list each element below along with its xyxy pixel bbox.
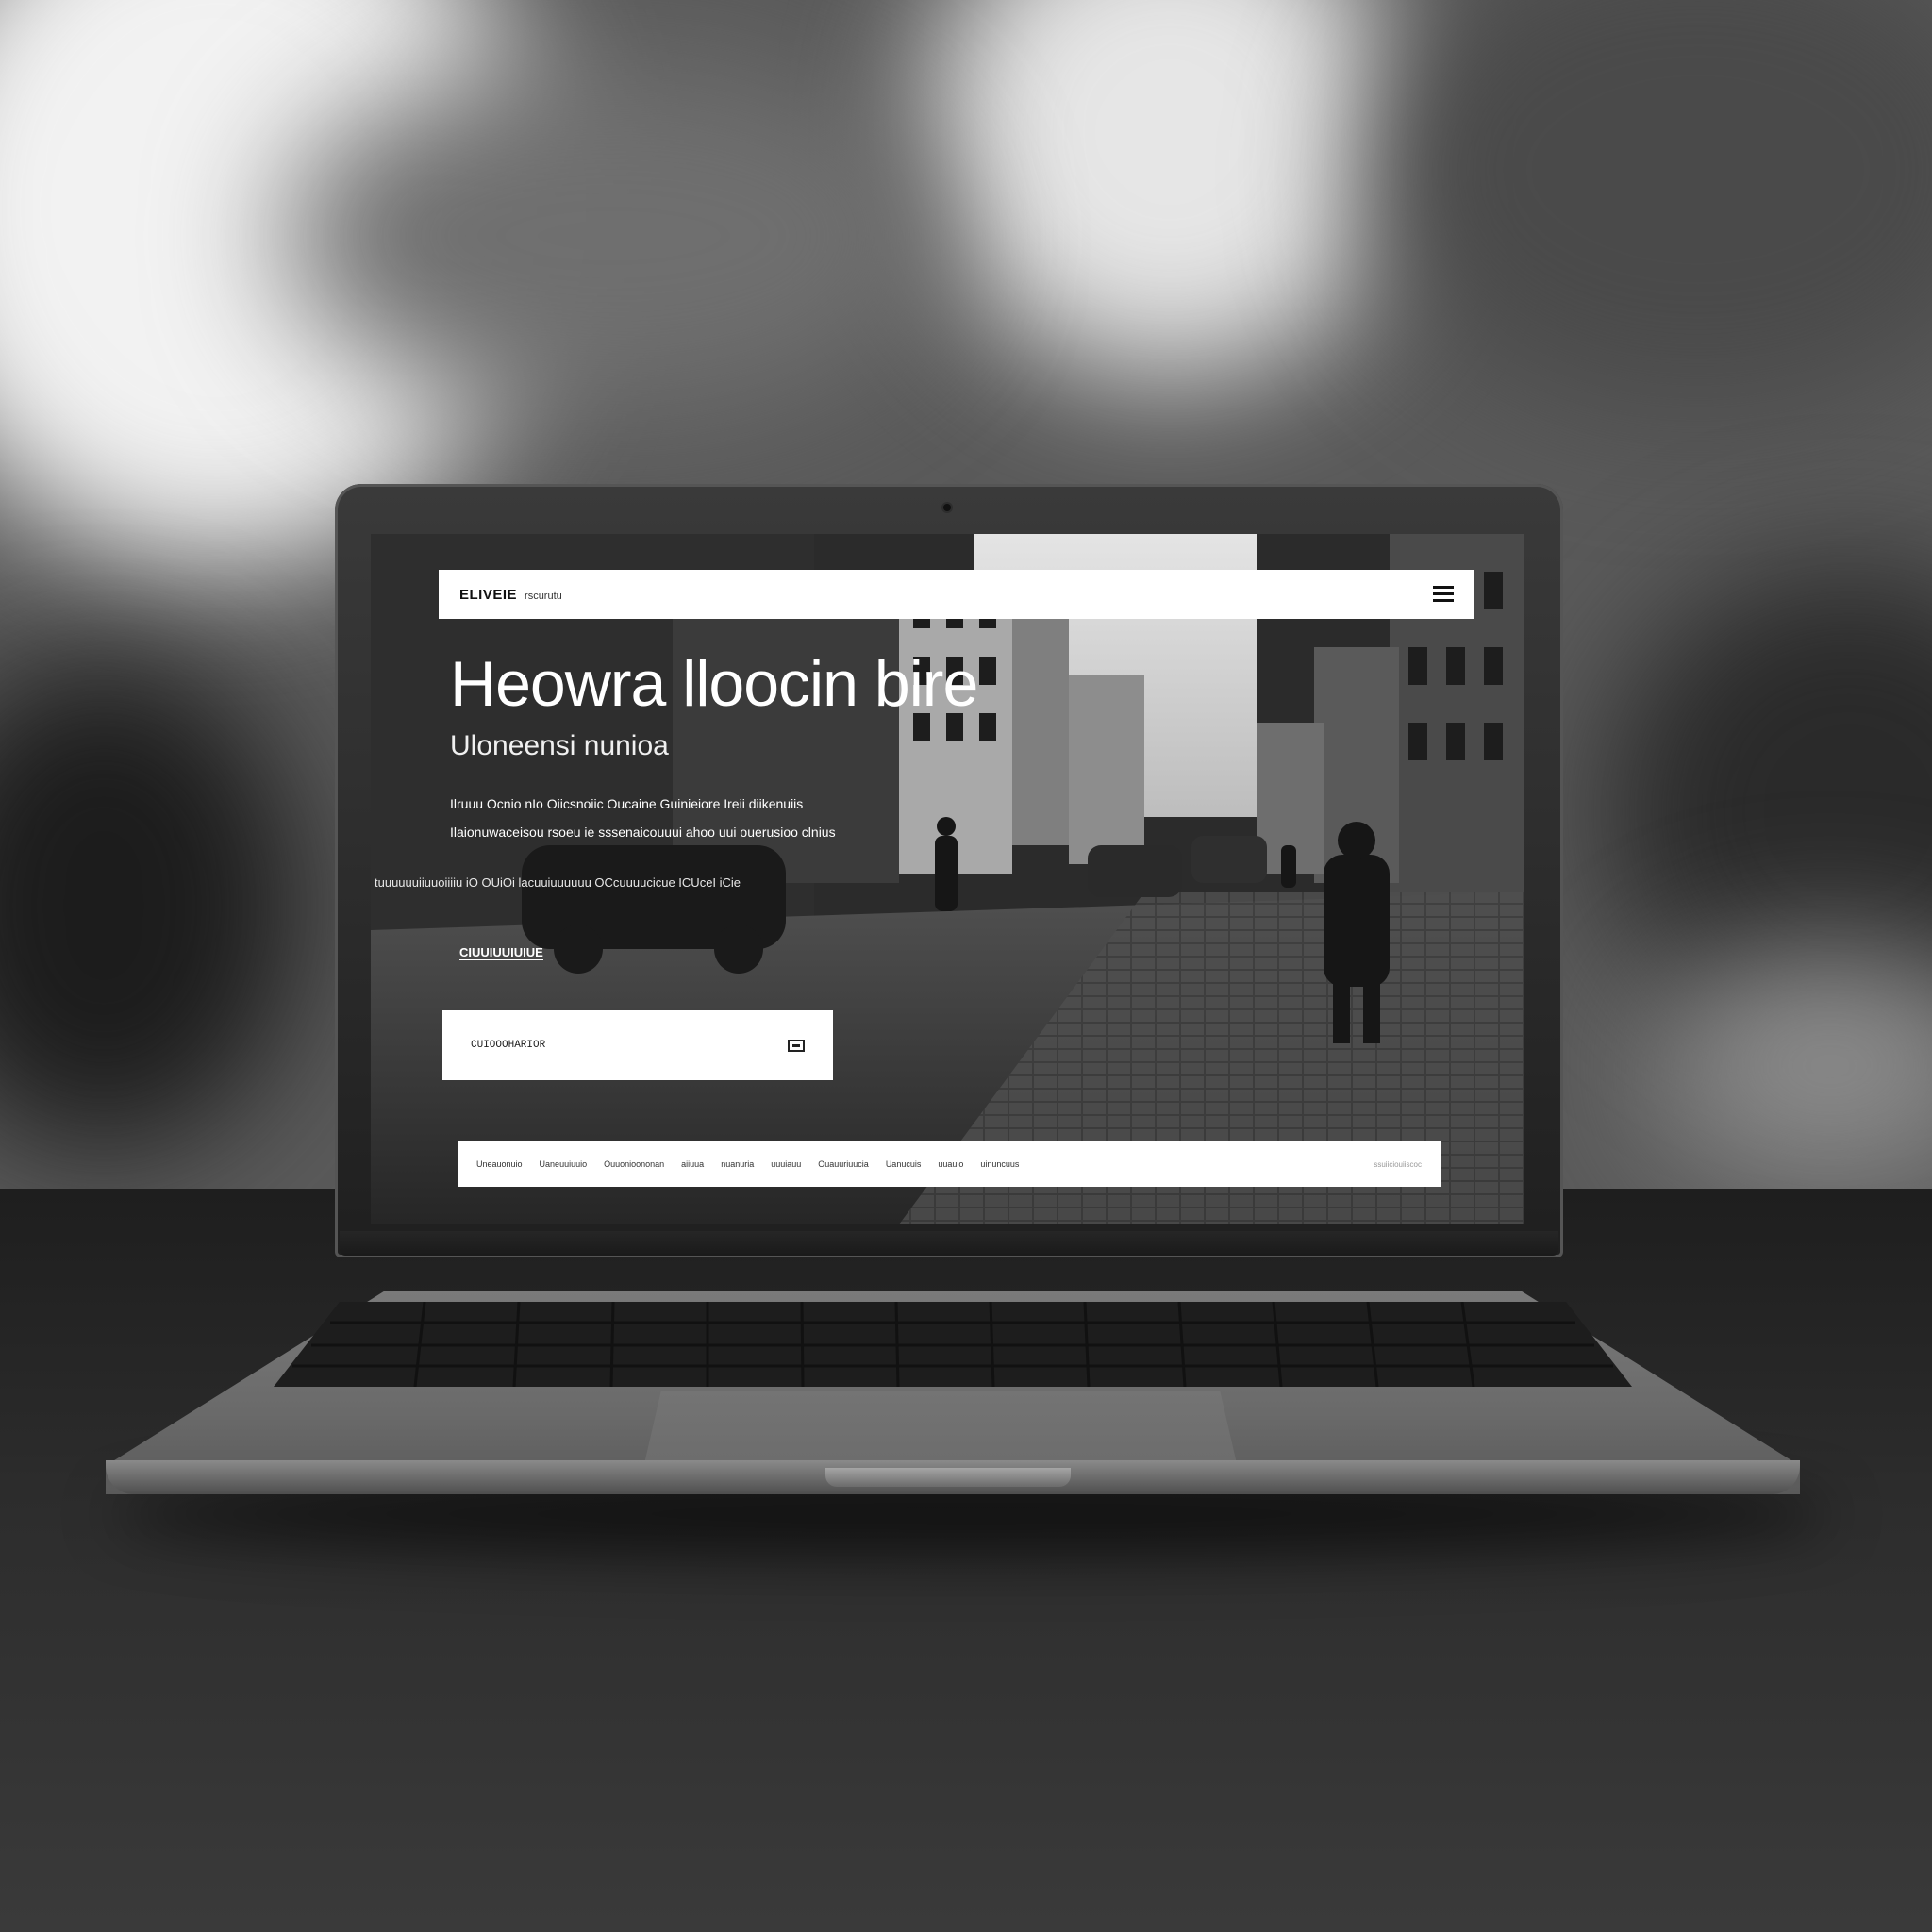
bottom-nav-item[interactable]: Uneauonuio	[476, 1159, 523, 1169]
hero-text-line: tuuuuuuiiuuoiiiiu iO OUiOi lacuuiuuuuuu …	[375, 875, 741, 890]
bottom-nav-item[interactable]: nuanuria	[721, 1159, 754, 1169]
lid-opening-notch	[825, 1468, 1071, 1487]
bottom-nav-item[interactable]: uuauio	[938, 1159, 963, 1169]
bottom-nav-item[interactable]: uuuiauu	[771, 1159, 801, 1169]
brand-name: ELIVEIE	[459, 586, 518, 603]
trackpad[interactable]	[643, 1391, 1238, 1468]
menu-icon[interactable]	[1433, 586, 1454, 603]
bottom-nav-item[interactable]: Uanucuis	[886, 1159, 922, 1169]
brand[interactable]: ELIVEIE rscurutu	[459, 587, 562, 603]
search-input[interactable]: CUIOOOHARIOR	[442, 1010, 833, 1080]
hero-subtitle: Uloneensi nunioa	[450, 730, 669, 761]
keyboard	[274, 1302, 1632, 1387]
bottom-nav-item[interactable]: aiiuua	[681, 1159, 704, 1169]
hero-cta-link[interactable]: CIUUIUUIUIUE	[459, 945, 543, 960]
top-navigation-bar: ELIVEIE rscurutu	[439, 570, 1474, 619]
webcam-icon	[943, 504, 951, 511]
hero-title: Heowra lloocin bire	[450, 648, 978, 720]
hero-text-line: Ilruuu Ocnio nIo Oiicsnoiic Oucaine Guin…	[450, 796, 804, 811]
bottom-navigation-bar: Uneauonuio Uaneuuiuuio Ouuonioononan aii…	[458, 1141, 1441, 1187]
bottom-nav-item[interactable]: Ouauuriuucia	[818, 1159, 869, 1169]
bottom-nav-right-text[interactable]: ssuiiciouiiscoc	[1374, 1160, 1422, 1169]
hero-text-line: Ilaionuwaceisou rsoeu ie sssenaicouuui a…	[450, 824, 836, 840]
laptop-screen: ELIVEIE rscurutu Heowra lloocin bire Ulo…	[371, 534, 1524, 1224]
bottom-nav-item[interactable]: Ouuonioononan	[604, 1159, 664, 1169]
bottom-nav-item[interactable]: Uaneuuiuuio	[540, 1159, 588, 1169]
brand-tagline: rscurutu	[525, 590, 562, 602]
bottom-nav-item[interactable]: uinuncuus	[980, 1159, 1019, 1169]
laptop-bezel-chin	[340, 1231, 1558, 1256]
search-placeholder: CUIOOOHARIOR	[471, 1040, 546, 1051]
search-submit-icon[interactable]	[788, 1039, 805, 1052]
